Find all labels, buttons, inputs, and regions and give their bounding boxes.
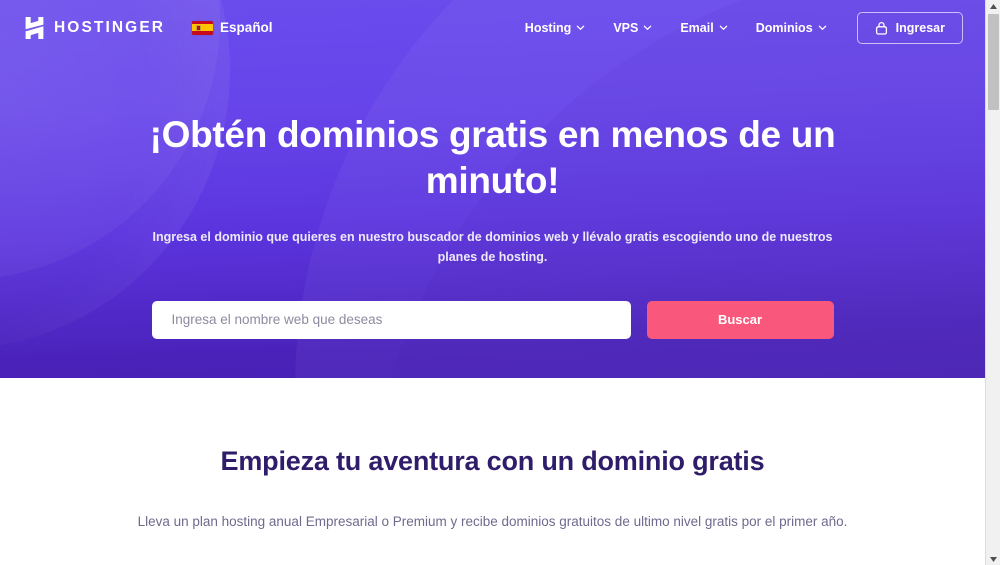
hero-title: ¡Obtén dominios gratis en menos de un mi…: [149, 114, 836, 201]
nav-item-email[interactable]: Email: [666, 12, 741, 44]
main-menu: Hosting VPS Email Dominios Ingresar: [511, 11, 963, 44]
language-selector[interactable]: Español: [192, 20, 273, 35]
top-navigation-bar: HOSTINGER Español Hosting VPS Email Domi…: [0, 0, 985, 55]
brand-logo[interactable]: HOSTINGER: [24, 16, 166, 39]
hero-content: ¡Obtén dominios gratis en menos de un mi…: [0, 55, 985, 339]
language-label: Español: [220, 20, 273, 35]
browser-viewport: HOSTINGER Español Hosting VPS Email Domi…: [0, 0, 1000, 565]
scroll-up-arrow-icon[interactable]: [986, 0, 1000, 12]
nav-item-label: Email: [680, 20, 714, 35]
domain-search-form: Buscar: [151, 300, 834, 339]
chevron-down-icon: [719, 25, 727, 30]
login-button[interactable]: Ingresar: [856, 11, 963, 44]
nav-item-label: Dominios: [755, 20, 813, 35]
lock-icon: [875, 21, 887, 35]
section-title: Empieza tu aventura con un dominio grati…: [220, 446, 765, 476]
domain-search-input[interactable]: [151, 300, 631, 339]
chevron-down-icon: [818, 25, 826, 30]
adventure-section: Empieza tu aventura con un dominio grati…: [0, 378, 985, 533]
scrollbar-thumb[interactable]: [988, 14, 999, 110]
nav-item-dominios[interactable]: Dominios: [742, 12, 841, 44]
hero-subtitle: Ingresa el dominio que quieres en nuestr…: [152, 230, 833, 265]
spain-flag-icon: [192, 20, 214, 35]
scroll-down-arrow-icon[interactable]: [986, 553, 1000, 565]
nav-item-vps[interactable]: VPS: [599, 12, 666, 44]
chevron-down-icon: [577, 25, 585, 30]
nav-item-label: VPS: [613, 20, 639, 35]
vertical-scrollbar[interactable]: [985, 0, 1000, 565]
domain-search-button[interactable]: Buscar: [646, 300, 834, 339]
hero-section: HOSTINGER Español Hosting VPS Email Domi…: [0, 0, 985, 378]
page-root: HOSTINGER Español Hosting VPS Email Domi…: [0, 0, 985, 565]
section-subtitle: Lleva un plan hosting anual Empresarial …: [137, 514, 848, 529]
brand-name: HOSTINGER: [54, 18, 166, 36]
login-button-label: Ingresar: [895, 20, 945, 35]
hostinger-h-logo-icon: [25, 16, 44, 39]
nav-item-label: Hosting: [524, 20, 572, 35]
nav-item-hosting[interactable]: Hosting: [511, 12, 600, 44]
chevron-down-icon: [644, 25, 652, 30]
